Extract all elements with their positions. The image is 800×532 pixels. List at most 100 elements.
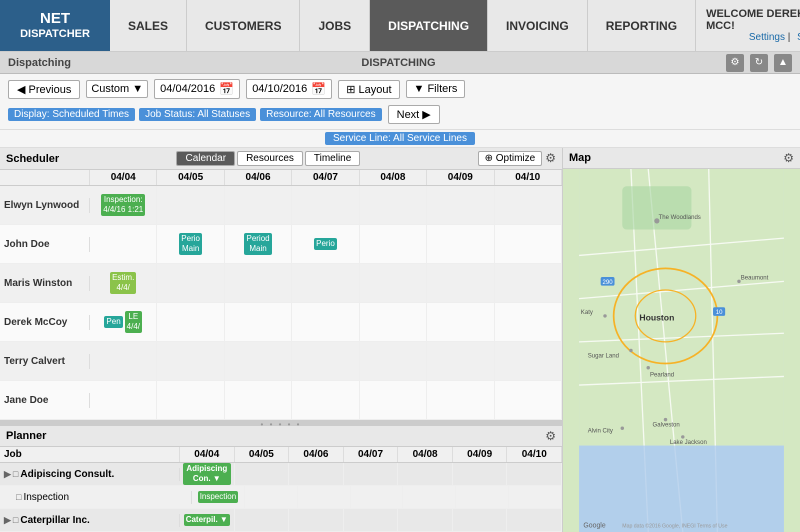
day-cell[interactable] xyxy=(292,381,359,419)
settings-icon[interactable]: ⚙ xyxy=(726,54,744,72)
refresh-icon[interactable]: ↻ xyxy=(750,54,768,72)
filter-display[interactable]: Display: Scheduled Times xyxy=(8,108,135,121)
day-cell[interactable] xyxy=(495,342,562,380)
day-cell[interactable] xyxy=(495,264,562,302)
custom-select[interactable]: Custom ▼ xyxy=(86,80,148,98)
planner-day-cell[interactable] xyxy=(509,486,562,508)
event-block[interactable]: Pen xyxy=(104,316,122,328)
next-button[interactable]: Next ▶ xyxy=(388,105,440,124)
day-cell[interactable]: Estim.4/4/ xyxy=(90,264,157,302)
planner-day-cell[interactable] xyxy=(453,509,508,531)
filters-button[interactable]: ▼ Filters xyxy=(406,80,466,98)
planner-day-cell[interactable] xyxy=(398,463,453,485)
date-to-field[interactable]: 04/10/2016 📅 xyxy=(246,79,332,99)
day-cell[interactable]: Perio xyxy=(292,225,359,263)
planner-event[interactable]: Adipiscing Con. ▼ xyxy=(183,463,231,484)
day-cell[interactable] xyxy=(427,264,494,302)
planner-day-cell[interactable]: Inspection xyxy=(192,486,245,508)
planner-day-cell[interactable] xyxy=(298,486,351,508)
day-cell[interactable] xyxy=(292,303,359,341)
nav-invoicing[interactable]: INVOICING xyxy=(488,0,588,51)
filter-service-line[interactable]: Service Line: All Service Lines xyxy=(325,132,475,145)
planner-day-cell[interactable] xyxy=(403,486,456,508)
map-settings-icon[interactable]: ⚙ xyxy=(783,151,794,165)
scheduler-settings-icon[interactable]: ⚙ xyxy=(545,151,556,166)
tab-calendar[interactable]: Calendar xyxy=(176,151,235,166)
filter-resource[interactable]: Resource: All Resources xyxy=(260,108,382,121)
nav-reporting[interactable]: REPORTING xyxy=(588,0,696,51)
day-cell[interactable] xyxy=(292,186,359,224)
day-cell[interactable] xyxy=(292,264,359,302)
filter-job-status[interactable]: Job Status: All Statuses xyxy=(139,108,256,121)
event-block[interactable]: PerioMain xyxy=(179,233,202,254)
planner-day-cell[interactable] xyxy=(235,463,290,485)
prev-button[interactable]: ◀ Previous xyxy=(8,80,80,99)
day-cell[interactable] xyxy=(427,303,494,341)
day-cell[interactable] xyxy=(495,303,562,341)
planner-day-cell[interactable] xyxy=(398,509,453,531)
event-block[interactable]: LE4/4/ xyxy=(125,311,142,332)
day-cell[interactable] xyxy=(90,381,157,419)
planner-day-cell[interactable] xyxy=(507,463,562,485)
event-block[interactable]: Estim.4/4/ xyxy=(110,272,136,293)
planner-day-cell[interactable] xyxy=(453,463,508,485)
tab-timeline[interactable]: Timeline xyxy=(305,151,360,166)
day-cell[interactable] xyxy=(360,303,427,341)
day-cell[interactable] xyxy=(427,225,494,263)
day-cell[interactable] xyxy=(427,381,494,419)
day-cell[interactable] xyxy=(360,186,427,224)
day-cell[interactable] xyxy=(225,264,292,302)
planner-day-cell[interactable] xyxy=(344,509,399,531)
expand-icon[interactable]: ▶ xyxy=(4,515,11,526)
day-cell[interactable]: Pen LE4/4/ xyxy=(90,303,157,341)
day-cell[interactable] xyxy=(157,342,224,380)
day-cell[interactable] xyxy=(90,342,157,380)
day-cell[interactable] xyxy=(360,225,427,263)
planner-day-cell[interactable]: Caterpil. ▼ xyxy=(180,509,235,531)
date-from-field[interactable]: 04/04/2016 📅 xyxy=(154,79,240,99)
day-cell[interactable] xyxy=(225,381,292,419)
day-cell[interactable] xyxy=(157,264,224,302)
nav-customers[interactable]: CUSTOMERS xyxy=(187,0,300,51)
day-cell[interactable] xyxy=(90,225,157,263)
event-block[interactable]: Perio xyxy=(314,238,337,250)
expand-icon[interactable]: ▶ xyxy=(4,469,11,480)
planner-day-cell[interactable] xyxy=(245,486,298,508)
nav-jobs[interactable]: JOBS xyxy=(300,0,370,51)
day-cell[interactable] xyxy=(427,342,494,380)
event-block[interactable]: Inspection:4/4/16 1:21 xyxy=(101,194,145,215)
planner-event[interactable]: Caterpil. ▼ xyxy=(184,514,230,526)
day-cell[interactable] xyxy=(157,186,224,224)
nav-sales[interactable]: SALES xyxy=(110,0,187,51)
day-cell[interactable] xyxy=(225,342,292,380)
day-cell[interactable] xyxy=(360,342,427,380)
optimize-button[interactable]: ⊕ Optimize xyxy=(478,151,543,166)
planner-day-cell[interactable] xyxy=(351,486,404,508)
settings-link[interactable]: Settings xyxy=(749,32,785,43)
day-cell[interactable] xyxy=(495,186,562,224)
day-cell[interactable] xyxy=(495,381,562,419)
nav-dispatching[interactable]: DISPATCHING xyxy=(370,0,488,51)
day-cell[interactable] xyxy=(157,303,224,341)
day-cell[interactable] xyxy=(495,225,562,263)
layout-button[interactable]: ⊞ Layout xyxy=(338,80,399,99)
day-cell[interactable]: Inspection:4/4/16 1:21 xyxy=(90,186,157,224)
day-cell[interactable]: PerioMain xyxy=(157,225,224,263)
planner-day-cell[interactable] xyxy=(289,463,344,485)
planner-day-cell[interactable]: Adipiscing Con. ▼ xyxy=(180,463,235,485)
day-cell[interactable] xyxy=(292,342,359,380)
planner-day-cell[interactable] xyxy=(235,509,290,531)
planner-event[interactable]: Inspection xyxy=(198,491,238,503)
tab-resources[interactable]: Resources xyxy=(237,151,303,166)
expand-icon[interactable]: ▲ xyxy=(774,54,792,72)
day-cell[interactable] xyxy=(225,303,292,341)
day-cell[interactable]: PeriodMain xyxy=(225,225,292,263)
event-block[interactable]: PeriodMain xyxy=(244,233,271,254)
planner-day-cell[interactable] xyxy=(289,509,344,531)
day-cell[interactable] xyxy=(360,264,427,302)
day-cell[interactable] xyxy=(225,186,292,224)
planner-day-cell[interactable] xyxy=(507,509,562,531)
map-area[interactable]: Houston The Woodlands Katy Sugar Land Pe… xyxy=(563,169,800,532)
day-cell[interactable] xyxy=(360,381,427,419)
planner-settings-icon[interactable]: ⚙ xyxy=(545,429,556,443)
